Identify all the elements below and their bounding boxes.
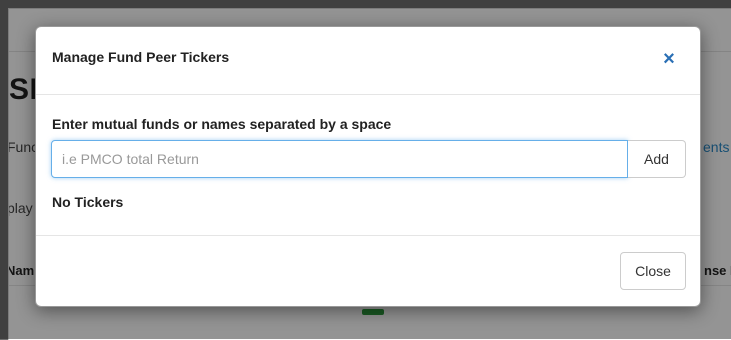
manage-tickers-modal: Manage Fund Peer Tickers × Enter mutual … — [35, 26, 701, 307]
modal-title: Manage Fund Peer Tickers — [52, 49, 230, 65]
ticker-search-input[interactable] — [51, 140, 628, 178]
modal-header: Manage Fund Peer Tickers × — [36, 27, 700, 95]
ticker-input-label: Enter mutual funds or names separated by… — [52, 116, 392, 132]
modal-footer: Close — [36, 235, 700, 308]
empty-state-text: No Tickers — [52, 194, 124, 210]
close-icon[interactable]: × — [659, 49, 679, 69]
ticker-input-group: Add — [51, 140, 686, 178]
close-button[interactable]: Close — [620, 252, 686, 290]
add-button[interactable]: Add — [628, 140, 686, 178]
